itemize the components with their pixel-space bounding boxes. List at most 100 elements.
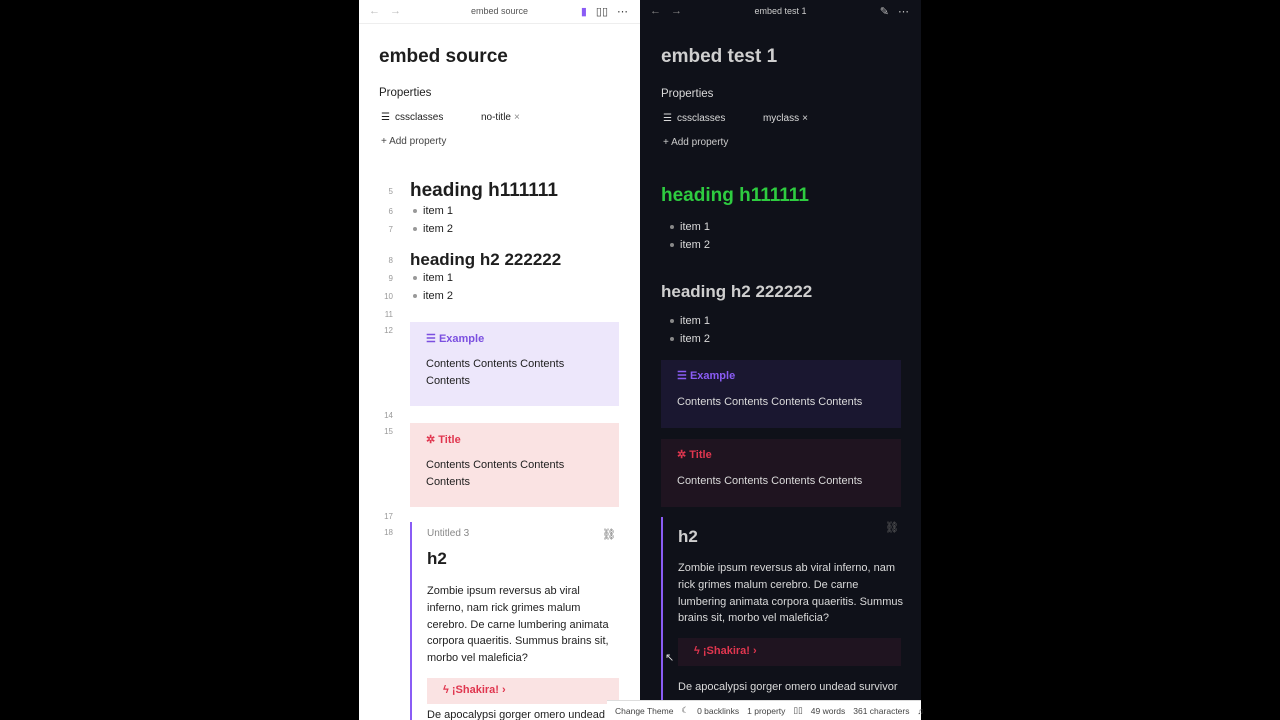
list-item[interactable]: item 1 bbox=[413, 272, 453, 284]
list-item-text: item 2 bbox=[680, 333, 710, 345]
embed-paragraph-2: De apocalypsi gorger omero undead surviv… bbox=[678, 681, 898, 693]
add-property-label: Add property bbox=[671, 137, 729, 148]
list-item-text: item 2 bbox=[423, 290, 453, 302]
list-icon: ☰ bbox=[381, 112, 390, 123]
line-number: 15 bbox=[384, 427, 393, 436]
embed-paragraph: Zombie ipsum reversus ab viral inferno, … bbox=[427, 585, 609, 665]
list-item-text: item 1 bbox=[680, 221, 710, 233]
heading-h1[interactable]: heading h111111 bbox=[661, 185, 809, 207]
list-item[interactable]: item 1 bbox=[413, 205, 453, 217]
bug-icon: ✲ bbox=[677, 449, 687, 461]
bug-icon: ✲ bbox=[426, 434, 436, 446]
bolt-icon: ϟ bbox=[694, 645, 700, 657]
more-icon[interactable]: ⋯ bbox=[898, 5, 909, 18]
list-item-text: item 2 bbox=[680, 239, 710, 251]
bookmark-icon[interactable]: ▮ bbox=[581, 5, 587, 18]
callout-body: Contents Contents Contents Contents bbox=[426, 459, 565, 488]
link-icon[interactable]: ⛓ bbox=[602, 527, 616, 544]
callout-title-text: ¡Shakira! bbox=[451, 684, 499, 696]
embed-heading: h2 bbox=[678, 527, 698, 546]
bullet bbox=[413, 276, 417, 281]
callout-title-text: Example bbox=[689, 370, 736, 382]
edit-icon[interactable]: ✎ bbox=[880, 5, 889, 18]
list-item[interactable]: item 2 bbox=[413, 223, 453, 235]
property-key[interactable]: cssclasses bbox=[395, 112, 481, 123]
more-icon[interactable]: ⋯ bbox=[617, 5, 628, 18]
callout-title: ✲ Title bbox=[677, 448, 712, 461]
line-number: 9 bbox=[388, 274, 393, 283]
chevron-right-icon[interactable]: › bbox=[753, 645, 757, 657]
list-item-text: item 2 bbox=[423, 223, 453, 235]
note-title[interactable]: embed test 1 bbox=[661, 46, 777, 68]
callout-shakira[interactable]: ϟ ¡Shakira! › bbox=[678, 638, 901, 666]
left-actions: ▮ ▯▯ ⋯ bbox=[581, 5, 628, 18]
callout-body: Contents Contents Contents Contents bbox=[677, 475, 863, 487]
bullet bbox=[413, 294, 417, 299]
bullet bbox=[413, 227, 417, 232]
properties-label: Properties bbox=[379, 87, 432, 99]
note-title[interactable]: embed source bbox=[379, 46, 508, 68]
line-number: 14 bbox=[384, 411, 393, 420]
heading-h1[interactable]: heading h111111 bbox=[410, 180, 558, 202]
list-item-text: item 1 bbox=[423, 205, 453, 217]
property-value[interactable]: no-title bbox=[481, 112, 511, 123]
backlinks-count[interactable]: 0 backlinks bbox=[697, 706, 739, 716]
list-item[interactable]: item 1 bbox=[670, 221, 710, 233]
property-row[interactable]: ☰ cssclasses no-title × bbox=[381, 112, 520, 123]
list-item[interactable]: item 2 bbox=[413, 290, 453, 302]
link-icon[interactable]: ⛓ bbox=[885, 520, 899, 537]
property-row[interactable]: ☰ cssclasses myclass × bbox=[663, 113, 808, 124]
list-item[interactable]: item 2 bbox=[670, 239, 710, 251]
change-theme-button[interactable]: Change Theme bbox=[615, 706, 673, 716]
callout-title: ϟ ¡Shakira! › bbox=[694, 645, 757, 657]
add-property-button[interactable]: + Add property bbox=[663, 137, 728, 148]
book-icon[interactable]: ▯▯ bbox=[596, 5, 608, 18]
line-number: 6 bbox=[388, 207, 393, 216]
callout-title-text: ¡Shakira! bbox=[702, 645, 750, 657]
list-icon: ☰ bbox=[426, 333, 436, 345]
property-key[interactable]: cssclasses bbox=[677, 113, 763, 124]
book-icon[interactable]: ▯▯ bbox=[793, 705, 802, 716]
callout-bug[interactable]: ✲ Title Contents Contents Contents Conte… bbox=[661, 439, 901, 507]
list-icon: ☰ bbox=[663, 113, 672, 124]
remove-value-icon[interactable]: × bbox=[802, 113, 808, 124]
callout-body: Contents Contents Contents Contents bbox=[426, 358, 565, 387]
right-pane: ← → embed test 1 ✎ ⋯ embed test 1 Proper… bbox=[640, 0, 921, 720]
embed-heading: h2 bbox=[427, 549, 447, 568]
line-number: 18 bbox=[384, 528, 393, 537]
line-number: 12 bbox=[384, 326, 393, 335]
chevron-right-icon[interactable]: › bbox=[502, 684, 506, 696]
callout-title-text: Title bbox=[689, 449, 712, 461]
callout-bug[interactable]: ✲ Title Contents Contents Contents Conte… bbox=[410, 423, 619, 507]
list-item[interactable]: item 2 bbox=[670, 333, 710, 345]
remove-value-icon[interactable]: × bbox=[514, 112, 520, 123]
bullet bbox=[670, 243, 674, 248]
heading-h2[interactable]: heading h2 222222 bbox=[661, 282, 812, 302]
plus-icon: + bbox=[381, 136, 387, 147]
embed-border bbox=[410, 522, 412, 720]
callout-example[interactable]: ☰ Example Contents Contents Contents Con… bbox=[410, 322, 619, 406]
add-property-button[interactable]: + Add property bbox=[381, 136, 446, 147]
callout-shakira[interactable]: ϟ ¡Shakira! › bbox=[427, 678, 619, 704]
callout-title: ϟ ¡Shakira! › bbox=[443, 684, 506, 696]
embed-paragraph-2: De apocalypsi gorger omero undead bbox=[427, 709, 605, 720]
list-item-text: item 1 bbox=[680, 315, 710, 327]
heading-h2[interactable]: heading h2 222222 bbox=[410, 250, 561, 270]
properties-count[interactable]: 1 property bbox=[747, 706, 785, 716]
line-number: 17 bbox=[384, 512, 393, 521]
moon-icon[interactable]: ☾ bbox=[681, 705, 689, 716]
line-number: 8 bbox=[388, 256, 393, 265]
embed-title[interactable]: Untitled 3 bbox=[427, 526, 469, 543]
line-number: 10 bbox=[384, 292, 393, 301]
bell-icon[interactable]: ♫ bbox=[918, 706, 924, 716]
callout-title: ☰ Example bbox=[677, 369, 735, 382]
callout-body: Contents Contents Contents Contents bbox=[677, 396, 863, 408]
list-item-text: item 1 bbox=[423, 272, 453, 284]
right-actions: ✎ ⋯ bbox=[880, 5, 909, 18]
embed-border bbox=[661, 517, 663, 720]
callout-example[interactable]: ☰ Example Contents Contents Contents Con… bbox=[661, 360, 901, 428]
left-tab-header: ← → embed source ▮ ▯▯ ⋯ bbox=[359, 0, 640, 24]
bullet bbox=[670, 337, 674, 342]
property-value[interactable]: myclass bbox=[763, 113, 799, 124]
list-item[interactable]: item 1 bbox=[670, 315, 710, 327]
